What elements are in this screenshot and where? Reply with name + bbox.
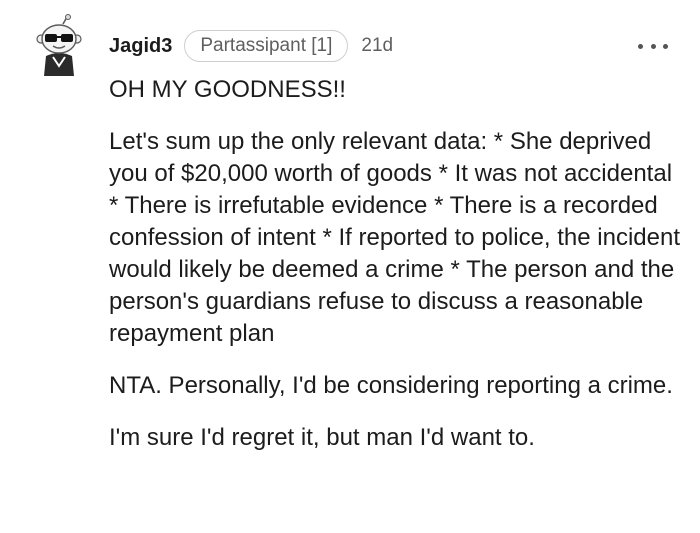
user-flair: Partassipant [1] [184, 30, 349, 62]
comment-header: Jagid3 Partassipant [1] 21d [109, 30, 393, 62]
comment-paragraph: NTA. Personally, I'd be considering repo… [109, 372, 673, 399]
snoo-avatar-sunglasses-icon [36, 14, 82, 76]
comment-age: 21d [361, 35, 394, 56]
comment-paragraph: OH MY GOODNESS!! [109, 76, 346, 103]
dot [650, 43, 656, 49]
comment-body: OH MY GOODNESS!! Let's sum up the only r… [109, 74, 684, 474]
dot [638, 43, 643, 49]
username[interactable]: Jagid3 [109, 35, 172, 58]
comment: Jagid3 Partassipant [1] 21d OH MY GOODNE… [0, 0, 700, 533]
more-options-icon[interactable] [638, 40, 668, 52]
comment-paragraph: Let's sum up the only relevant data: * S… [109, 128, 681, 347]
comment-paragraph: I'm sure I'd regret it, but man I'd want… [109, 424, 535, 451]
dot [663, 43, 668, 49]
avatar[interactable] [34, 14, 84, 76]
